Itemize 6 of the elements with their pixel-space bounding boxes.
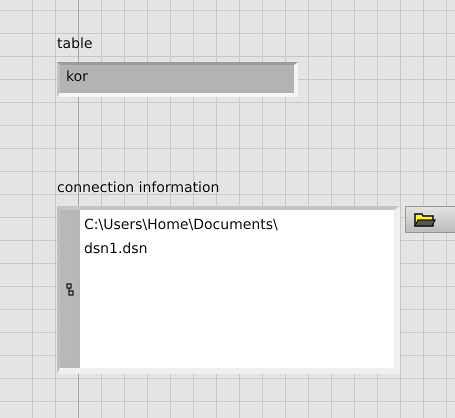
connector-icon bbox=[66, 282, 74, 296]
text-field[interactable]: kor bbox=[57, 62, 298, 97]
browse-button[interactable] bbox=[405, 206, 455, 233]
control-label: connection information bbox=[57, 179, 220, 198]
control-label: table bbox=[57, 35, 94, 54]
folder-icon bbox=[414, 212, 436, 226]
